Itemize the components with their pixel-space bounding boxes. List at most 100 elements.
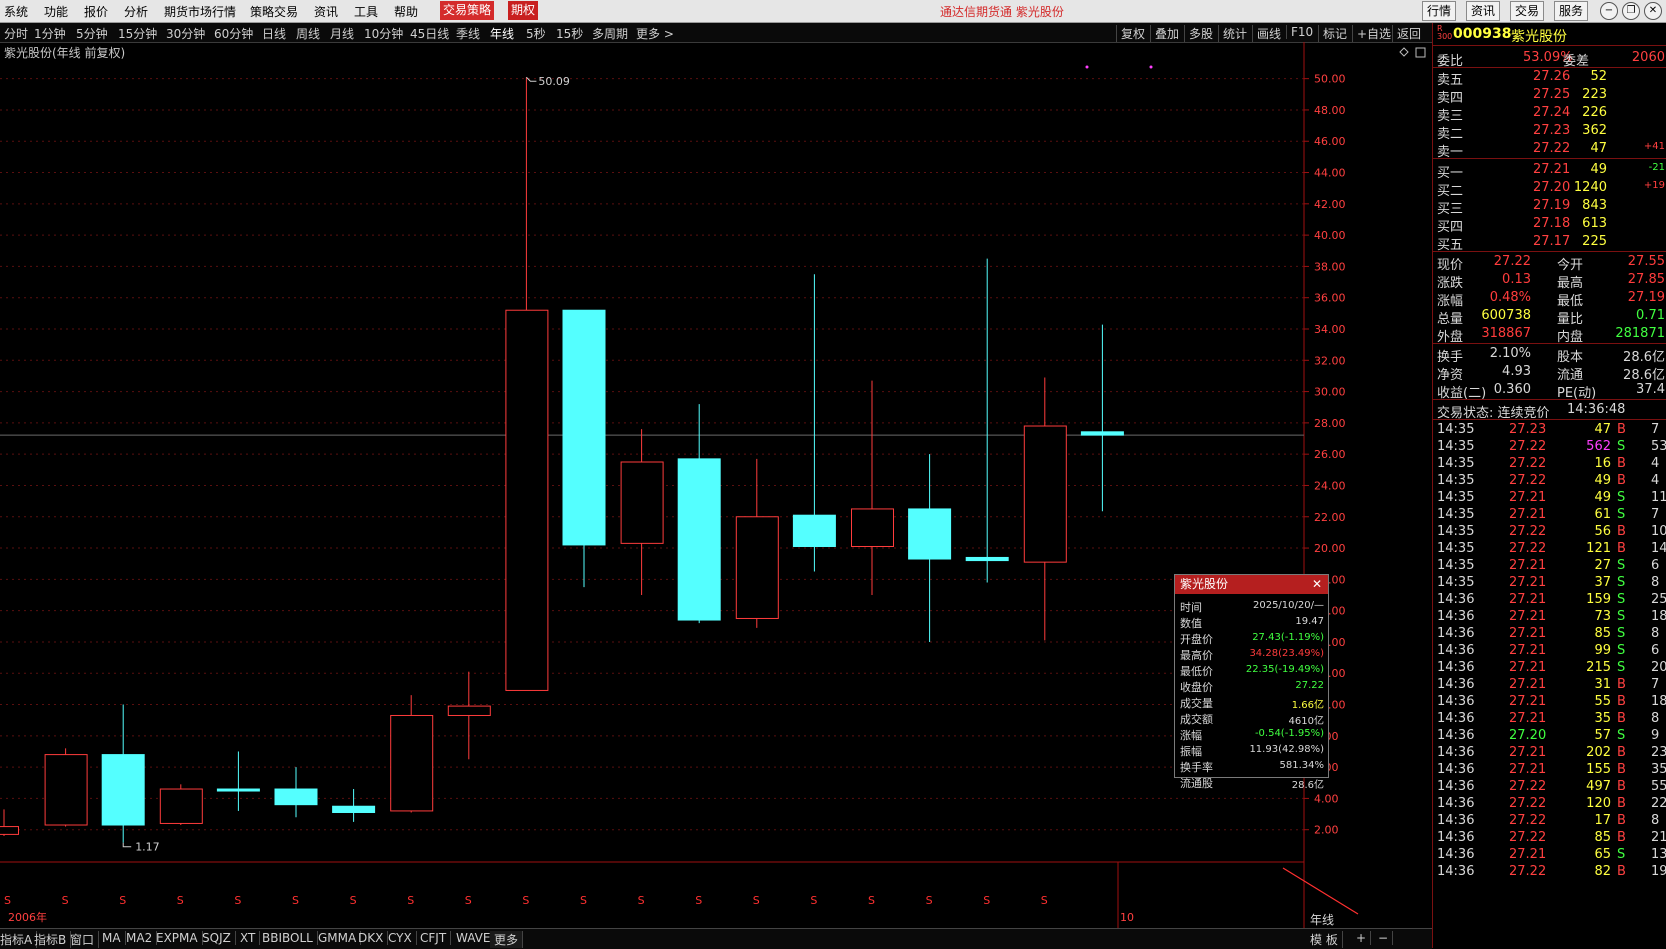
- period-tab-30min[interactable]: 30分钟: [166, 25, 205, 42]
- top-button-market[interactable]: 行情: [1422, 1, 1457, 21]
- tooltip-label: 开盘价: [1180, 633, 1213, 646]
- ask-row[interactable]: 卖一 27.22 47 +41: [1433, 140, 1666, 160]
- tool-overlay[interactable]: 叠加: [1150, 25, 1179, 42]
- top-button-trade[interactable]: 交易: [1510, 1, 1545, 21]
- restore-icon[interactable]: ❐: [1622, 2, 1640, 20]
- bid-row[interactable]: 买五 27.17 225: [1433, 233, 1666, 253]
- divider: [1433, 399, 1666, 400]
- tick-count: 10: [1651, 524, 1666, 539]
- tick-row: 14:35 27.22 562 S 53: [1433, 438, 1666, 455]
- tick-row: 14:36 27.22 82 B 19: [1433, 863, 1666, 880]
- period-tab-45day[interactable]: 45日线: [410, 25, 449, 42]
- price: 27.18: [1533, 216, 1571, 231]
- indicator-tab-expma[interactable]: EXPMA: [152, 931, 203, 945]
- max-pointer: [526, 76, 537, 82]
- label: 委比: [1437, 54, 1464, 69]
- minimize-icon[interactable]: −: [1600, 2, 1618, 20]
- candle-body-up: [0, 826, 19, 835]
- period-tab-weekly[interactable]: 周线: [296, 25, 320, 42]
- tooltip-value: 27.43(-1.19%): [1252, 632, 1324, 643]
- tooltip-value: 11.93(42.98%): [1249, 744, 1324, 755]
- tick-side: B: [1617, 711, 1626, 726]
- period-tab-10min[interactable]: 10分钟: [364, 25, 403, 42]
- menu-item-analysis[interactable]: 分析: [124, 3, 148, 20]
- volume: 49: [1590, 162, 1607, 177]
- indicator-tab-xt[interactable]: XT: [236, 931, 261, 945]
- tick-price: 27.21: [1509, 575, 1547, 590]
- period-tab-15sec[interactable]: 15秒: [556, 25, 583, 42]
- menu-item-quote[interactable]: 报价: [84, 3, 108, 20]
- menu-item-strategy-trading[interactable]: 策略交易: [250, 3, 298, 20]
- menu-item-trade-strategy[interactable]: 交易策略: [440, 1, 495, 20]
- tick-side: B: [1617, 762, 1626, 777]
- menu-item-function[interactable]: 功能: [44, 3, 68, 20]
- period-tab-daily[interactable]: 日线: [262, 25, 286, 42]
- period-tab-more[interactable]: 更多 >: [636, 25, 674, 42]
- tool-f10[interactable]: F10: [1286, 25, 1313, 39]
- period-tab-multi[interactable]: 多周期: [592, 25, 628, 42]
- ask-row[interactable]: 卖三 27.24 226: [1433, 104, 1666, 124]
- period-tab-monthly[interactable]: 月线: [330, 25, 354, 42]
- template-button[interactable]: 模 板: [1306, 931, 1343, 948]
- top-button-news[interactable]: 资讯: [1466, 1, 1501, 21]
- close-icon[interactable]: ✕: [1644, 2, 1662, 20]
- tick-row: 14:36 27.21 55 B 18: [1433, 693, 1666, 710]
- close-icon[interactable]: ✕: [1312, 575, 1322, 594]
- tick-price: 27.21: [1509, 643, 1547, 658]
- indicator-tab-更多[interactable]: 更多: [490, 931, 524, 948]
- bid-row[interactable]: 买三 27.19 843: [1433, 197, 1666, 217]
- y-tick-label: 24.00: [1314, 479, 1346, 492]
- top-button-service[interactable]: 服务: [1554, 1, 1589, 21]
- period-tab-5sec[interactable]: 5秒: [526, 25, 546, 42]
- tick-price: 27.22: [1509, 439, 1547, 454]
- candlestick-chart[interactable]: 2.004.006.008.0010.0012.0014.0016.0018.0…: [0, 42, 1432, 928]
- value: 318867: [1481, 326, 1531, 341]
- menu-item-options[interactable]: 期权: [508, 1, 539, 20]
- marker-dot: [1149, 65, 1153, 69]
- tool-draw[interactable]: 画线: [1252, 25, 1281, 42]
- ask-row[interactable]: 卖五 27.26 52: [1433, 68, 1666, 88]
- tool-multi-stock[interactable]: 多股: [1184, 25, 1213, 42]
- indicator-tab-cyx[interactable]: CYX: [384, 931, 417, 945]
- tool-restore-rights[interactable]: 复权: [1116, 25, 1145, 42]
- period-tab-5min[interactable]: 5分钟: [76, 25, 108, 42]
- indicator-tab-wave[interactable]: WAVE: [452, 931, 496, 945]
- period-tab-15min[interactable]: 15分钟: [118, 25, 157, 42]
- period-tab-60min[interactable]: 60分钟: [214, 25, 253, 42]
- period-tab-quarterly[interactable]: 季线: [456, 25, 480, 42]
- tooltip-label: 最高价: [1180, 649, 1213, 662]
- period-tab-yearly[interactable]: 年线: [490, 25, 514, 42]
- menu-item-help[interactable]: 帮助: [394, 3, 418, 20]
- period-tab-timeshare[interactable]: 分时: [4, 25, 28, 42]
- tick-side: S: [1617, 660, 1626, 675]
- tool-statistics[interactable]: 统计: [1218, 25, 1247, 42]
- indicator-tab-cfjt[interactable]: CFJT: [416, 931, 452, 945]
- tool-back[interactable]: 返回: [1392, 25, 1421, 42]
- tick-count: 18: [1651, 609, 1666, 624]
- menu-item-futures-market[interactable]: 期货市场行情: [164, 3, 236, 20]
- volume: 1240: [1573, 180, 1607, 195]
- menu-item-news[interactable]: 资讯: [314, 3, 338, 20]
- tool-add-favorite[interactable]: +自选: [1352, 25, 1391, 42]
- period-tab-1min[interactable]: 1分钟: [34, 25, 66, 42]
- bid-row[interactable]: 买一 27.21 49 -21: [1433, 161, 1666, 181]
- y-tick-label: 46.00: [1314, 135, 1346, 148]
- bid-row[interactable]: 买四 27.18 613: [1433, 215, 1666, 235]
- candle-body-down: [965, 556, 1009, 562]
- indicator-tab-sqjz[interactable]: SQJZ: [198, 931, 236, 945]
- zoom-out-button[interactable]: −: [1374, 931, 1394, 945]
- tick-row: 14:36 27.21 35 B 8: [1433, 710, 1666, 727]
- tooltip-header: 紫光股份 ✕: [1175, 575, 1328, 594]
- menu-item-tools[interactable]: 工具: [354, 3, 378, 20]
- tool-mark[interactable]: 标记: [1318, 25, 1347, 42]
- candle-body-up: [159, 788, 203, 824]
- ask-row[interactable]: 卖四 27.25 223: [1433, 86, 1666, 106]
- bid-row[interactable]: 买二 27.20 1240 +19: [1433, 179, 1666, 199]
- indicator-tab-bbiboll[interactable]: BBIBOLL: [258, 931, 318, 945]
- indicator-tab-窗口[interactable]: 窗口: [66, 931, 100, 948]
- menu-item-system[interactable]: 系统: [4, 3, 28, 20]
- zoom-in-button[interactable]: +: [1352, 931, 1372, 945]
- ask-row[interactable]: 卖二 27.23 362: [1433, 122, 1666, 142]
- tooltip-value: -0.54(-1.95%): [1254, 728, 1324, 739]
- tick-price: 27.22: [1509, 813, 1547, 828]
